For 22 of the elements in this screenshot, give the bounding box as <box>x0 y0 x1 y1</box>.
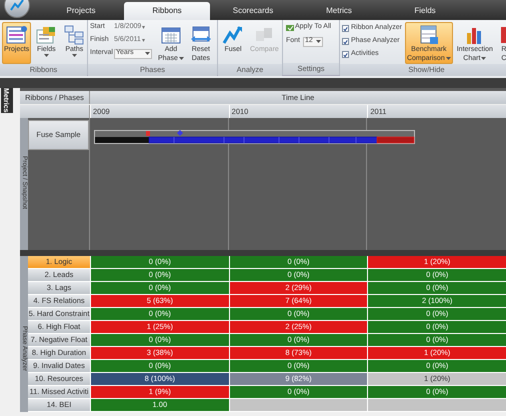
ribbon-tab[interactable]: Projects <box>38 2 124 20</box>
checkbox[interactable] <box>342 51 349 58</box>
ribbon-tab[interactable]: Metrics <box>296 2 382 20</box>
ribbon-tab[interactable]: Fields <box>382 2 468 20</box>
table-icon <box>418 25 440 45</box>
ribbon-tab[interactable]: Ribbons <box>124 2 210 20</box>
hierarchy-icon <box>63 25 86 45</box>
ribbon-tab[interactable]: Scorecards <box>210 2 296 20</box>
folder-icon <box>35 25 58 45</box>
calendar-icon <box>160 25 182 45</box>
apply-icon <box>286 24 294 32</box>
lightning-arrow-icon <box>222 25 244 45</box>
checkbox[interactable] <box>342 38 349 45</box>
caret-icon <box>145 52 150 55</box>
header-cell <box>20 105 90 118</box>
caret-icon <box>142 26 146 29</box>
grid-document-icon <box>6 25 28 45</box>
calendar-arrows-icon <box>190 25 212 45</box>
report-icon <box>498 25 506 45</box>
caret-icon <box>316 40 322 43</box>
caret-icon <box>142 39 145 42</box>
checkbox[interactable] <box>342 25 349 32</box>
